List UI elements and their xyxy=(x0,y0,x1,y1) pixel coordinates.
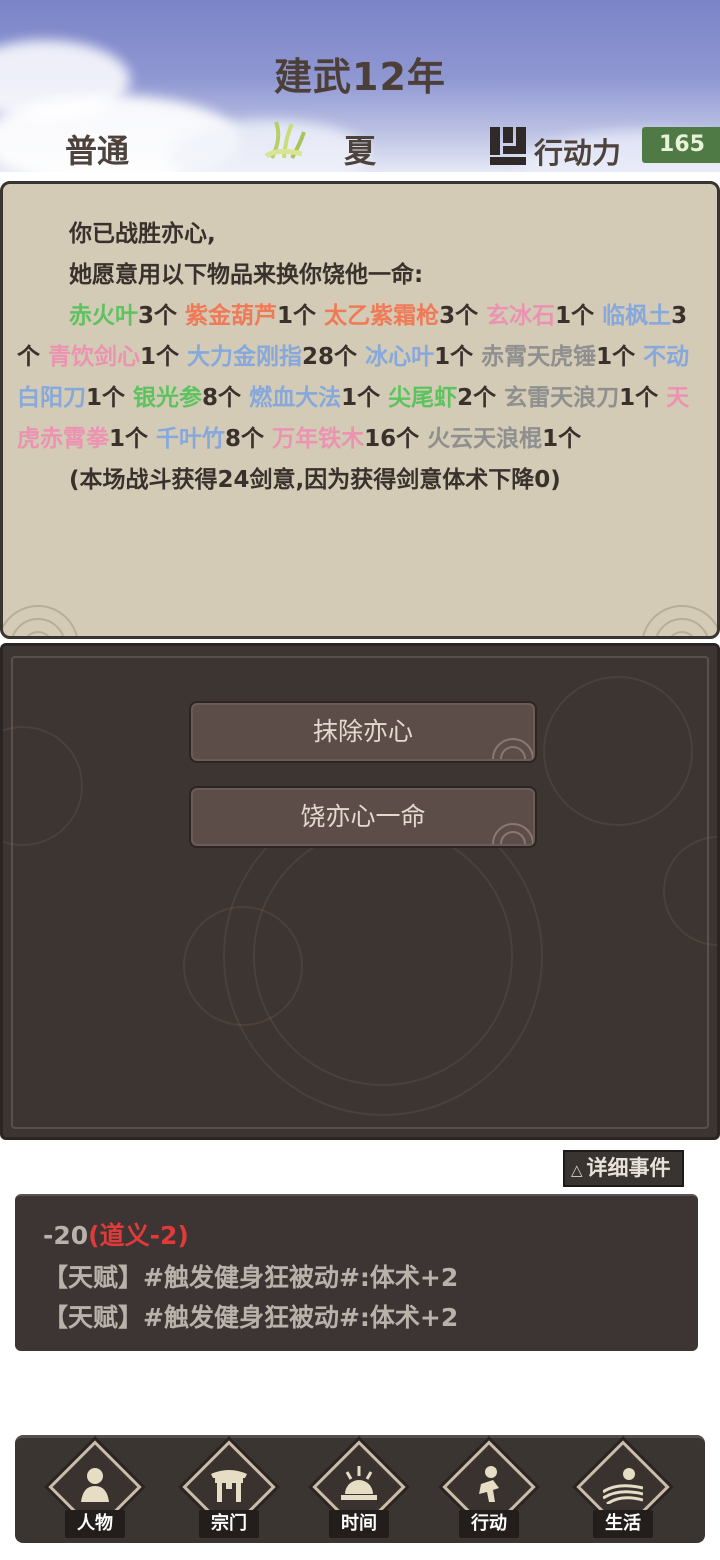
item-qty: 1个 xyxy=(555,303,595,329)
difficulty-label: 普通 xyxy=(65,132,130,170)
item-qty: 1个 xyxy=(596,344,636,370)
spare-button-label: 饶亦心一命 xyxy=(300,802,426,831)
item-qty: 1个 xyxy=(140,344,180,370)
triangle-up-icon: △ xyxy=(571,1161,583,1179)
bottom-nav: 人物 宗门 时间 行动 生活 xyxy=(15,1435,705,1543)
message-line-2: 她愿意用以下物品来换你饶他一命: xyxy=(69,262,424,288)
event-message-panel: 你已战胜亦心, 她愿意用以下物品来换你饶他一命: 赤火叶3个 紫金葫芦1个 太乙… xyxy=(0,181,720,639)
log-line: 【天赋】#触发健身狂被动#:体术+2 xyxy=(43,1303,459,1332)
nav-sect-label: 宗门 xyxy=(199,1510,259,1538)
item-name: 燃血大法 xyxy=(249,385,342,411)
spare-button[interactable]: 饶亦心一命 xyxy=(189,786,537,848)
cloud-pattern-decoration xyxy=(492,738,533,759)
nav-character-label: 人物 xyxy=(65,1510,125,1538)
item-qty: 3个 xyxy=(138,303,178,329)
reward-item-list: 赤火叶3个 紫金葫芦1个 太乙紫霜枪3个 玄冰石1个 临枫土3个 青饮剑心1个 … xyxy=(17,296,703,460)
item-qty: 2个 xyxy=(457,385,497,411)
cloud-pattern-decoration xyxy=(492,823,533,844)
item-name: 青饮剑心 xyxy=(48,344,141,370)
cloud-pattern-decoration xyxy=(3,605,78,636)
item-qty: 8个 xyxy=(202,385,242,411)
item-qty: 8个 xyxy=(225,426,265,452)
choice-panel: 抹除亦心 饶亦心一命 xyxy=(0,643,720,1140)
year-title: 建武12年 xyxy=(274,55,446,99)
erase-button-label: 抹除亦心 xyxy=(312,717,413,746)
nav-sect[interactable]: 宗门 xyxy=(181,1440,277,1546)
item-qty: 1个 xyxy=(277,303,317,329)
item-name: 千叶竹 xyxy=(156,426,226,452)
item-qty: 1个 xyxy=(542,426,582,452)
erase-button[interactable]: 抹除亦心 xyxy=(189,701,537,763)
detailed-events-button[interactable]: △ 详细事件 xyxy=(563,1150,684,1187)
ring-decoration xyxy=(183,906,303,1026)
item-name: 赤火叶 xyxy=(69,303,138,329)
nav-time-label: 时间 xyxy=(329,1510,389,1538)
item-name: 紫金葫芦 xyxy=(185,303,278,329)
morality-change: -20 xyxy=(43,1221,89,1250)
message-line-1: 你已战胜亦心, xyxy=(69,221,216,247)
item-qty: 1个 xyxy=(341,385,381,411)
sunrise-icon xyxy=(341,1466,377,1500)
item-qty: 1个 xyxy=(109,426,149,452)
item-qty: 1个 xyxy=(619,385,659,411)
nav-character[interactable]: 人物 xyxy=(47,1440,143,1546)
item-name: 太乙紫霜枪 xyxy=(324,303,440,329)
action-points-label: 行动力 xyxy=(534,136,622,170)
item-name: 临枫土 xyxy=(602,303,672,329)
season-label: 夏 xyxy=(344,132,377,170)
event-message-text: 你已战胜亦心, 她愿意用以下物品来换你饶他一命: 赤火叶3个 紫金葫芦1个 太乙… xyxy=(17,214,703,501)
landscape-icon xyxy=(603,1468,643,1504)
nav-life-label: 生活 xyxy=(593,1510,653,1538)
item-qty: 1个 xyxy=(434,344,474,370)
item-qty: 3个 xyxy=(439,303,479,329)
item-name: 银光参 xyxy=(133,385,203,411)
cloud-pattern-decoration xyxy=(642,605,717,636)
item-name: 尖尾虾 xyxy=(388,385,458,411)
item-name: 冰心叶 xyxy=(365,344,435,370)
event-log-panel: -20(道义-2) 【天赋】#触发健身狂被动#:体术+2 【天赋】#触发健身狂被… xyxy=(15,1194,698,1351)
log-line: -20(道义-2) xyxy=(43,1216,189,1252)
nav-action-label: 行动 xyxy=(459,1510,519,1538)
item-qty: 1个 xyxy=(86,385,126,411)
item-name: 玄雷天浪刀 xyxy=(504,385,620,411)
top-header: 建武12年 普通 夏 行动力 165 xyxy=(0,0,720,172)
item-name: 玄冰石 xyxy=(486,303,556,329)
action-points-value: 165 xyxy=(642,127,720,163)
item-qty: 16个 xyxy=(364,426,420,452)
item-name: 万年铁木 xyxy=(272,426,365,452)
bamboo-icon xyxy=(264,121,306,159)
ring-decoration xyxy=(543,676,693,826)
person-icon xyxy=(81,1468,109,1502)
morality-change-detail: (道义-2) xyxy=(88,1221,189,1250)
nav-life[interactable]: 生活 xyxy=(575,1440,671,1546)
nav-action[interactable]: 行动 xyxy=(441,1440,537,1546)
running-person-icon xyxy=(479,1466,499,1502)
log-line: 【天赋】#触发健身狂被动#:体术+2 xyxy=(43,1263,459,1292)
item-qty: 28个 xyxy=(302,344,358,370)
action-points-icon xyxy=(490,127,526,165)
gate-icon xyxy=(211,1470,247,1502)
detailed-events-label: 详细事件 xyxy=(586,1156,671,1180)
nav-time[interactable]: 时间 xyxy=(311,1440,407,1546)
item-name: 大力金刚指 xyxy=(187,344,303,370)
item-name: 火云天浪棍 xyxy=(427,426,543,452)
item-name: 赤霄天虎锤 xyxy=(481,344,597,370)
battle-result-note: (本场战斗获得24剑意,因为获得剑意体术下降0) xyxy=(69,467,561,493)
